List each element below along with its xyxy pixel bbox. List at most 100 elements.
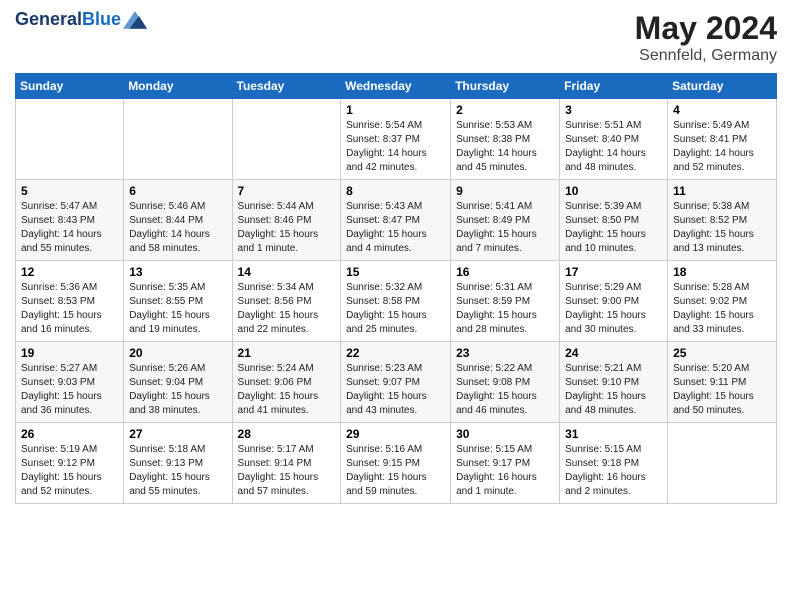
table-row: 5Sunrise: 5:47 AMSunset: 8:43 PMDaylight… (16, 180, 124, 261)
day-number: 7 (238, 184, 336, 198)
table-row: 31 Sunrise: 5:15 AMSunset: 9:18 PMDayligh… (560, 423, 668, 504)
title-block: May 2024 Sennfeld, Germany (635, 10, 777, 65)
table-row: 30 Sunrise: 5:15 AMSunset: 9:17 PMDayligh… (451, 423, 560, 504)
day-info: Sunrise: 5:15 AMSunset: 9:17 PMDaylight:… (456, 443, 554, 499)
day-info: Sunrise: 5:34 AMSunset: 8:56 PMDaylight:… (238, 281, 336, 337)
day-info: Sunrise: 5:53 AMSunset: 8:38 PMDaylight:… (456, 119, 554, 175)
day-info: Sunrise: 5:35 AMSunset: 8:55 PMDaylight:… (129, 281, 226, 337)
calendar-week-row: 1 Sunrise: 5:54 AMSunset: 8:37 PMDaylight… (16, 99, 777, 180)
table-row: 1 Sunrise: 5:54 AMSunset: 8:37 PMDaylight… (341, 99, 451, 180)
day-number: 26 (21, 427, 118, 441)
calendar-week-row: 12 Sunrise: 5:36 AMSunset: 8:53 PMDayligh… (16, 261, 777, 342)
table-row (16, 99, 124, 180)
day-info: Sunrise: 5:16 AMSunset: 9:15 PMDaylight:… (346, 443, 445, 499)
col-sunday: Sunday (16, 74, 124, 99)
col-monday: Monday (124, 74, 232, 99)
day-number: 5 (21, 184, 118, 198)
day-info: Sunrise: 5:49 AMSunset: 8:41 PMDaylight:… (673, 119, 771, 175)
day-number: 15 (346, 265, 445, 279)
day-number: 27 (129, 427, 226, 441)
table-row (232, 99, 341, 180)
day-info: Sunrise: 5:54 AMSunset: 8:37 PMDaylight:… (346, 119, 445, 175)
table-row: 14Sunrise: 5:34 AMSunset: 8:56 PMDayligh… (232, 261, 341, 342)
header: GeneralBlue May 2024 Sennfeld, Germany (15, 10, 777, 65)
day-number: 12 (21, 265, 118, 279)
day-info: Sunrise: 5:44 AMSunset: 8:46 PMDaylight:… (238, 200, 336, 256)
day-number: 24 (565, 346, 662, 360)
col-wednesday: Wednesday (341, 74, 451, 99)
day-info: Sunrise: 5:15 AMSunset: 9:18 PMDaylight:… (565, 443, 662, 499)
table-row: 23 Sunrise: 5:22 AMSunset: 9:08 PMDayligh… (451, 342, 560, 423)
table-row: 15 Sunrise: 5:32 AMSunset: 8:58 PMDayligh… (341, 261, 451, 342)
day-number: 8 (346, 184, 445, 198)
day-info: Sunrise: 5:41 AMSunset: 8:49 PMDaylight:… (456, 200, 554, 256)
day-info: Sunrise: 5:27 AMSunset: 9:03 PMDaylight:… (21, 362, 118, 418)
table-row: 21 Sunrise: 5:24 AMSunset: 9:06 PMDayligh… (232, 342, 341, 423)
table-row: 9Sunrise: 5:41 AMSunset: 8:49 PMDaylight… (451, 180, 560, 261)
day-info: Sunrise: 5:24 AMSunset: 9:06 PMDaylight:… (238, 362, 336, 418)
col-saturday: Saturday (668, 74, 777, 99)
table-row: 4Sunrise: 5:49 AMSunset: 8:41 PMDaylight… (668, 99, 777, 180)
day-number: 16 (456, 265, 554, 279)
table-row: 13 Sunrise: 5:35 AMSunset: 8:55 PMDayligh… (124, 261, 232, 342)
day-number: 11 (673, 184, 771, 198)
day-number: 6 (129, 184, 226, 198)
calendar-header-row: Sunday Monday Tuesday Wednesday Thursday… (16, 74, 777, 99)
day-number: 17 (565, 265, 662, 279)
month-year: May 2024 (635, 10, 777, 47)
col-tuesday: Tuesday (232, 74, 341, 99)
col-thursday: Thursday (451, 74, 560, 99)
day-number: 21 (238, 346, 336, 360)
table-row: 26Sunrise: 5:19 AMSunset: 9:12 PMDayligh… (16, 423, 124, 504)
table-row: 28 Sunrise: 5:17 AMSunset: 9:14 PMDayligh… (232, 423, 341, 504)
table-row: 25Sunrise: 5:20 AMSunset: 9:11 PMDayligh… (668, 342, 777, 423)
table-row: 8Sunrise: 5:43 AMSunset: 8:47 PMDaylight… (341, 180, 451, 261)
table-row: 16 Sunrise: 5:31 AMSunset: 8:59 PMDayligh… (451, 261, 560, 342)
table-row: 24 Sunrise: 5:21 AMSunset: 9:10 PMDayligh… (560, 342, 668, 423)
day-info: Sunrise: 5:51 AMSunset: 8:40 PMDaylight:… (565, 119, 662, 175)
logo-text: GeneralBlue (15, 10, 121, 30)
day-number: 13 (129, 265, 226, 279)
day-info: Sunrise: 5:22 AMSunset: 9:08 PMDaylight:… (456, 362, 554, 418)
day-info: Sunrise: 5:26 AMSunset: 9:04 PMDaylight:… (129, 362, 226, 418)
table-row: 27 Sunrise: 5:18 AMSunset: 9:13 PMDayligh… (124, 423, 232, 504)
table-row: 12 Sunrise: 5:36 AMSunset: 8:53 PMDayligh… (16, 261, 124, 342)
day-info: Sunrise: 5:28 AMSunset: 9:02 PMDaylight:… (673, 281, 771, 337)
table-row: 10Sunrise: 5:39 AMSunset: 8:50 PMDayligh… (560, 180, 668, 261)
table-row: 11Sunrise: 5:38 AMSunset: 8:52 PMDayligh… (668, 180, 777, 261)
day-info: Sunrise: 5:18 AMSunset: 9:13 PMDaylight:… (129, 443, 226, 499)
table-row (124, 99, 232, 180)
day-info: Sunrise: 5:23 AMSunset: 9:07 PMDaylight:… (346, 362, 445, 418)
table-row: 20Sunrise: 5:26 AMSunset: 9:04 PMDayligh… (124, 342, 232, 423)
table-row: 7 Sunrise: 5:44 AMSunset: 8:46 PMDaylight… (232, 180, 341, 261)
page-container: GeneralBlue May 2024 Sennfeld, Germany S… (0, 0, 792, 514)
day-number: 23 (456, 346, 554, 360)
day-info: Sunrise: 5:29 AMSunset: 9:00 PMDaylight:… (565, 281, 662, 337)
day-info: Sunrise: 5:46 AMSunset: 8:44 PMDaylight:… (129, 200, 226, 256)
day-number: 22 (346, 346, 445, 360)
day-info: Sunrise: 5:36 AMSunset: 8:53 PMDaylight:… (21, 281, 118, 337)
calendar-week-row: 26Sunrise: 5:19 AMSunset: 9:12 PMDayligh… (16, 423, 777, 504)
day-number: 1 (346, 103, 445, 117)
day-number: 18 (673, 265, 771, 279)
day-number: 31 (565, 427, 662, 441)
table-row: 3 Sunrise: 5:51 AMSunset: 8:40 PMDaylight… (560, 99, 668, 180)
logo: GeneralBlue (15, 10, 147, 30)
day-number: 2 (456, 103, 554, 117)
day-info: Sunrise: 5:31 AMSunset: 8:59 PMDaylight:… (456, 281, 554, 337)
day-number: 30 (456, 427, 554, 441)
day-number: 29 (346, 427, 445, 441)
table-row: 18 Sunrise: 5:28 AMSunset: 9:02 PMDayligh… (668, 261, 777, 342)
table-row: 29 Sunrise: 5:16 AMSunset: 9:15 PMDayligh… (341, 423, 451, 504)
day-info: Sunrise: 5:17 AMSunset: 9:14 PMDaylight:… (238, 443, 336, 499)
logo-icon (123, 11, 147, 29)
table-row (668, 423, 777, 504)
table-row: 17 Sunrise: 5:29 AMSunset: 9:00 PMDayligh… (560, 261, 668, 342)
day-number: 3 (565, 103, 662, 117)
table-row: 2 Sunrise: 5:53 AMSunset: 8:38 PMDaylight… (451, 99, 560, 180)
day-info: Sunrise: 5:39 AMSunset: 8:50 PMDaylight:… (565, 200, 662, 256)
day-number: 28 (238, 427, 336, 441)
day-info: Sunrise: 5:32 AMSunset: 8:58 PMDaylight:… (346, 281, 445, 337)
location: Sennfeld, Germany (635, 47, 777, 65)
day-info: Sunrise: 5:21 AMSunset: 9:10 PMDaylight:… (565, 362, 662, 418)
